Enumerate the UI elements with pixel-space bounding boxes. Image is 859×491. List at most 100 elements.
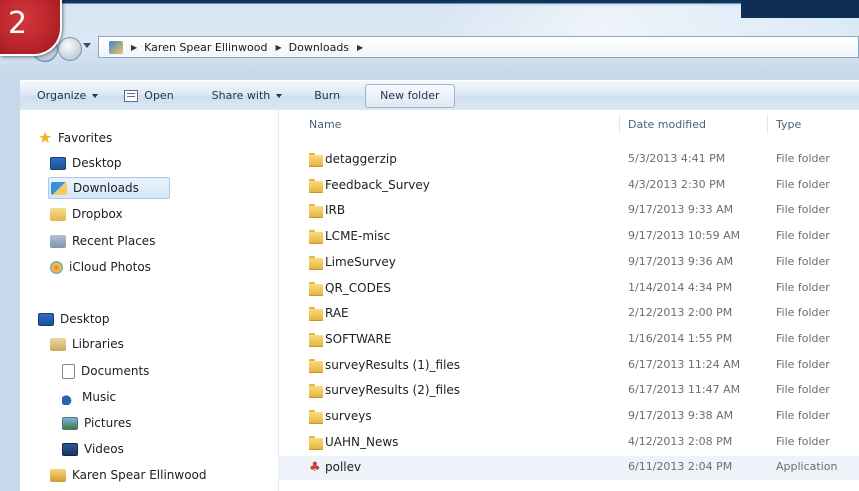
new-folder-button[interactable]: New folder: [365, 83, 455, 108]
desktop-icon: [38, 312, 54, 326]
file-type: File folder: [776, 332, 830, 345]
folder-icon: [309, 153, 323, 167]
nav-libraries[interactable]: Libraries: [50, 333, 124, 355]
file-name: LCME-misc: [325, 229, 391, 243]
breadcrumb-chevron-icon[interactable]: ▶: [357, 43, 363, 52]
folder-icon: [309, 410, 323, 424]
breadcrumb-downloads[interactable]: Downloads: [289, 41, 349, 54]
file-date-modified: 6/17/2013 11:24 AM: [628, 358, 741, 371]
file-date-modified: 9/17/2013 10:59 AM: [628, 229, 741, 242]
breadcrumb-user[interactable]: Karen Spear Ellinwood: [144, 41, 267, 54]
nav-downloads[interactable]: Downloads: [48, 177, 170, 199]
pictures-icon: [62, 416, 78, 430]
file-type: File folder: [776, 229, 830, 242]
organize-label: Organize: [37, 88, 87, 102]
file-date-modified: 9/17/2013 9:33 AM: [628, 203, 734, 216]
nav-music-label: Music: [82, 390, 117, 404]
share-with-label: Share with: [211, 88, 271, 102]
file-name: RAE: [325, 306, 349, 320]
file-list[interactable]: Name Date modified Type detaggerzip 5/3/2…: [279, 110, 859, 491]
step-badge: 2: [0, 0, 62, 56]
file-type: File folder: [776, 409, 830, 422]
file-row[interactable]: ♣ pollev 6/11/2013 2:04 PM Application: [279, 456, 859, 480]
dropbox-folder-icon: [50, 207, 66, 221]
file-row[interactable]: LimeSurvey 9/17/2013 9:36 AM File folder: [279, 251, 859, 275]
open-label: Open: [144, 88, 174, 102]
downloads-icon: [51, 181, 67, 195]
nav-desktop-root[interactable]: Desktop: [38, 308, 110, 330]
nav-videos[interactable]: Videos: [62, 438, 124, 460]
new-folder-label: New folder: [380, 88, 440, 102]
column-divider[interactable]: [767, 114, 768, 134]
nav-dropbox[interactable]: Dropbox: [50, 203, 123, 225]
file-date-modified: 1/14/2014 4:34 PM: [628, 281, 733, 294]
downloads-location-icon: [109, 40, 123, 54]
folder-icon: [309, 282, 323, 296]
window-corner-accent: [741, 0, 859, 18]
file-name: LimeSurvey: [325, 255, 396, 269]
file-type: File folder: [776, 203, 830, 216]
breadcrumb-chevron-icon[interactable]: ▶: [275, 43, 281, 52]
folder-icon: [309, 307, 323, 321]
file-row[interactable]: QR_CODES 1/14/2014 4:34 PM File folder: [279, 277, 859, 301]
file-row[interactable]: IRB 9/17/2013 9:33 AM File folder: [279, 199, 859, 223]
folder-icon: [309, 179, 323, 193]
documents-icon: [62, 363, 75, 379]
nav-recent-places[interactable]: Recent Places: [50, 230, 155, 252]
forward-button[interactable]: [58, 37, 82, 61]
file-row[interactable]: surveyResults (1)_files 6/17/2013 11:24 A…: [279, 354, 859, 378]
organize-button[interactable]: Organize: [28, 85, 107, 107]
file-row[interactable]: RAE 2/12/2013 2:00 PM File folder: [279, 302, 859, 326]
nav-documents[interactable]: Documents: [62, 360, 149, 382]
nav-icloud-photos[interactable]: iCloud Photos: [50, 256, 151, 278]
application-icon: ♣: [309, 460, 321, 475]
file-name: surveyResults (1)_files: [325, 358, 461, 372]
nav-user-folder[interactable]: Karen Spear Ellinwood: [50, 464, 207, 486]
column-header-type[interactable]: Type: [776, 118, 801, 131]
nav-desktop-root-label: Desktop: [60, 312, 110, 326]
file-date-modified: 9/17/2013 9:38 AM: [628, 409, 734, 422]
recent-places-icon: [50, 234, 66, 248]
folder-icon: [309, 436, 323, 450]
column-header-name[interactable]: Name: [309, 118, 341, 131]
burn-label: Burn: [314, 88, 341, 102]
command-bar: Organize Open Share with Burn New folder: [20, 80, 859, 111]
file-name: detaggerzip: [325, 152, 397, 166]
recent-pages-dropdown[interactable]: [83, 43, 91, 48]
nav-user-folder-label: Karen Spear Ellinwood: [72, 468, 207, 482]
column-header-date-modified[interactable]: Date modified: [628, 118, 706, 131]
burn-button[interactable]: Burn: [305, 85, 349, 107]
file-type: File folder: [776, 435, 830, 448]
file-date-modified: 5/3/2013 4:41 PM: [628, 152, 726, 165]
file-name: surveyResults (2)_files: [325, 383, 461, 397]
folder-icon: [309, 333, 323, 347]
folder-icon: [309, 359, 323, 373]
column-divider[interactable]: [619, 114, 620, 134]
breadcrumb-chevron-icon[interactable]: ▶: [131, 43, 137, 52]
file-row[interactable]: UAHN_News 4/12/2013 2:08 PM File folder: [279, 431, 859, 455]
file-row[interactable]: Feedback_Survey 4/3/2013 2:30 PM File fold…: [279, 174, 859, 198]
share-with-button[interactable]: Share with: [203, 85, 292, 107]
file-row[interactable]: SOFTWARE 1/16/2014 1:55 PM File folder: [279, 328, 859, 352]
file-type: File folder: [776, 306, 830, 319]
nav-libraries-label: Libraries: [72, 337, 124, 351]
file-name: pollev: [325, 460, 362, 474]
navigation-pane[interactable]: ★ Favorites Desktop Downloads Dropbox Re…: [20, 110, 279, 491]
nav-favorites-label: Favorites: [58, 131, 113, 145]
open-button[interactable]: Open: [115, 85, 182, 107]
file-row[interactable]: surveys 9/17/2013 9:38 AM File folder: [279, 405, 859, 429]
nav-desktop[interactable]: Desktop: [50, 152, 122, 174]
explorer-content: ★ Favorites Desktop Downloads Dropbox Re…: [20, 110, 859, 491]
nav-music[interactable]: Music: [62, 386, 116, 408]
file-type: Application: [776, 460, 838, 473]
nav-recent-places-label: Recent Places: [72, 234, 156, 248]
nav-videos-label: Videos: [84, 442, 124, 456]
nav-favorites[interactable]: ★ Favorites: [38, 127, 112, 149]
file-row[interactable]: surveyResults (2)_files 6/17/2013 11:47 A…: [279, 379, 859, 403]
nav-pictures-label: Pictures: [84, 416, 132, 430]
file-row[interactable]: LCME-misc 9/17/2013 10:59 AM File folder: [279, 225, 859, 249]
file-row[interactable]: detaggerzip 5/3/2013 4:41 PM File folder: [279, 148, 859, 172]
nav-documents-label: Documents: [81, 364, 150, 378]
address-bar[interactable]: ▶ Karen Spear Ellinwood ▶ Downloads ▶: [98, 36, 859, 58]
nav-pictures[interactable]: Pictures: [62, 412, 132, 434]
